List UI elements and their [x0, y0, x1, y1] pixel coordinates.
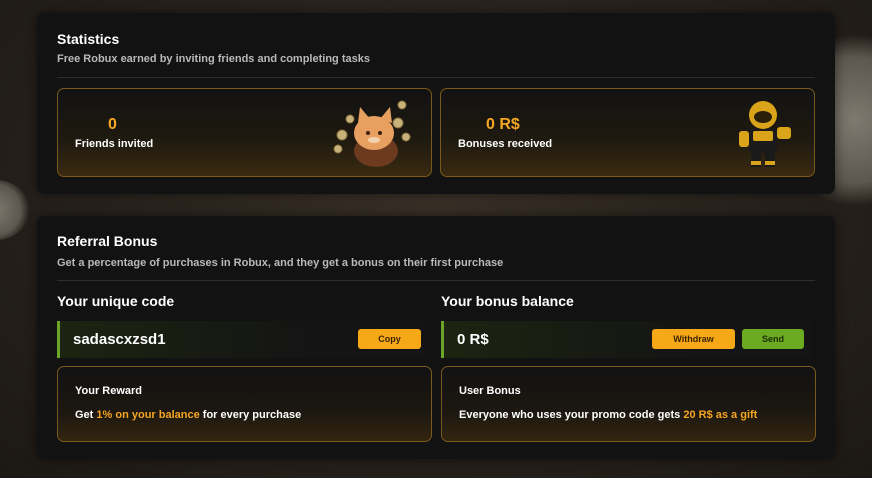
user-bonus-title: User Bonus — [459, 385, 521, 397]
unique-code-box: sadascxzsd1 Copy — [57, 321, 423, 358]
bonus-balance-heading: Your bonus balance — [441, 293, 574, 309]
copy-button[interactable]: Copy — [358, 329, 421, 349]
bonuses-received-label: Bonuses received — [458, 138, 553, 150]
reward-text-after: for every purchase — [199, 409, 302, 421]
referral-subtitle: Get a percentage of purchases in Robux, … — [57, 257, 504, 269]
divider — [57, 77, 815, 78]
user-bonus-card: User Bonus Everyone who uses your promo … — [441, 366, 816, 442]
user-bonus-text-before: Everyone who uses your promo code gets — [459, 409, 684, 421]
your-reward-text: Get 1% on your balance for every purchas… — [75, 409, 301, 421]
bonus-balance-value: 0 R$ — [457, 331, 489, 348]
referral-panel: Referral Bonus Get a percentage of purch… — [37, 216, 835, 459]
gold-robot-icon — [739, 101, 791, 167]
friends-invited-card: 0 Friends invited — [57, 88, 432, 177]
bonuses-received-value: 0 R$ — [486, 116, 520, 133]
statistics-panel: Statistics Free Robux earned by inviting… — [37, 13, 835, 194]
statistics-subtitle: Free Robux earned by inviting friends an… — [57, 53, 370, 65]
cat-coins-icon — [333, 100, 411, 167]
bonus-balance-box: 0 R$ Withdraw Send — [441, 321, 811, 358]
your-reward-card: Your Reward Get 1% on your balance for e… — [57, 366, 432, 442]
bonuses-received-card: 0 R$ Bonuses received — [440, 88, 815, 177]
friends-invited-label: Friends invited — [75, 138, 154, 150]
reward-text-before: Get — [75, 409, 97, 421]
referral-title: Referral Bonus — [57, 233, 158, 249]
statistics-title: Statistics — [57, 31, 120, 47]
background-blob — [0, 180, 30, 240]
user-bonus-text-highlight: 20 R$ as a gift — [683, 409, 758, 421]
friends-invited-value: 0 — [108, 116, 117, 133]
unique-code-heading: Your unique code — [57, 293, 175, 309]
send-button[interactable]: Send — [742, 329, 804, 349]
unique-code-value[interactable]: sadascxzsd1 — [73, 331, 166, 348]
your-reward-title: Your Reward — [75, 385, 143, 397]
withdraw-button[interactable]: Withdraw — [652, 329, 735, 349]
user-bonus-text: Everyone who uses your promo code gets 2… — [459, 409, 757, 421]
divider — [57, 280, 815, 281]
reward-text-highlight: 1% on your balance — [96, 409, 200, 421]
